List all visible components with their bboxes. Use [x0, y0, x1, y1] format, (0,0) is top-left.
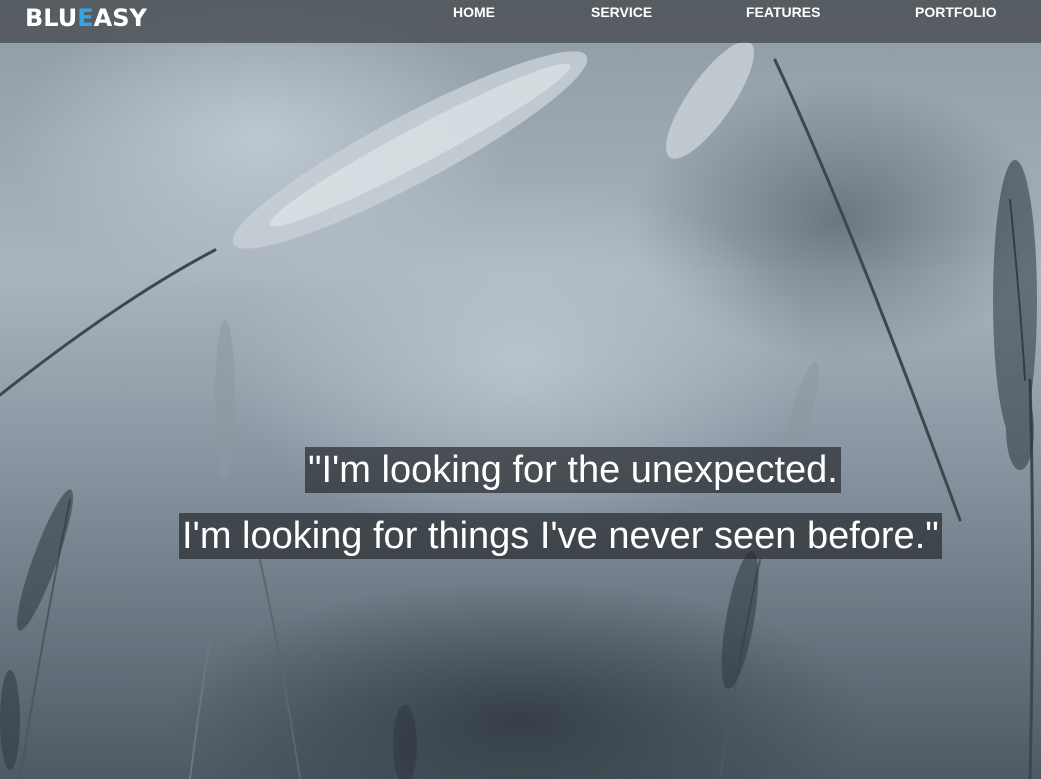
nav-home-link[interactable]: HOME — [453, 3, 495, 21]
nav-features-link[interactable]: FEATURES — [746, 3, 820, 21]
hero-quote-line-1: "I'm looking for the unexpected. — [305, 447, 841, 493]
logo-text-part2: ASY — [93, 4, 147, 32]
top-navbar: BLUEASY HOME SERVICE FEATURES PORTFOLIO — [0, 0, 1041, 43]
wheat-background-image — [0, 41, 1037, 779]
nav-portfolio-link[interactable]: PORTFOLIO — [915, 3, 997, 21]
hero-quote-line-2: I'm looking for things I've never seen b… — [179, 513, 942, 559]
logo-text-accent: E — [77, 4, 94, 32]
logo-text-part1: BLU — [25, 4, 78, 32]
nav-service-link[interactable]: SERVICE — [591, 3, 652, 21]
hero-section: BLUEASY HOME SERVICE FEATURES PORTFOLIO … — [0, 0, 1041, 779]
brand-logo[interactable]: BLUEASY — [25, 3, 147, 33]
